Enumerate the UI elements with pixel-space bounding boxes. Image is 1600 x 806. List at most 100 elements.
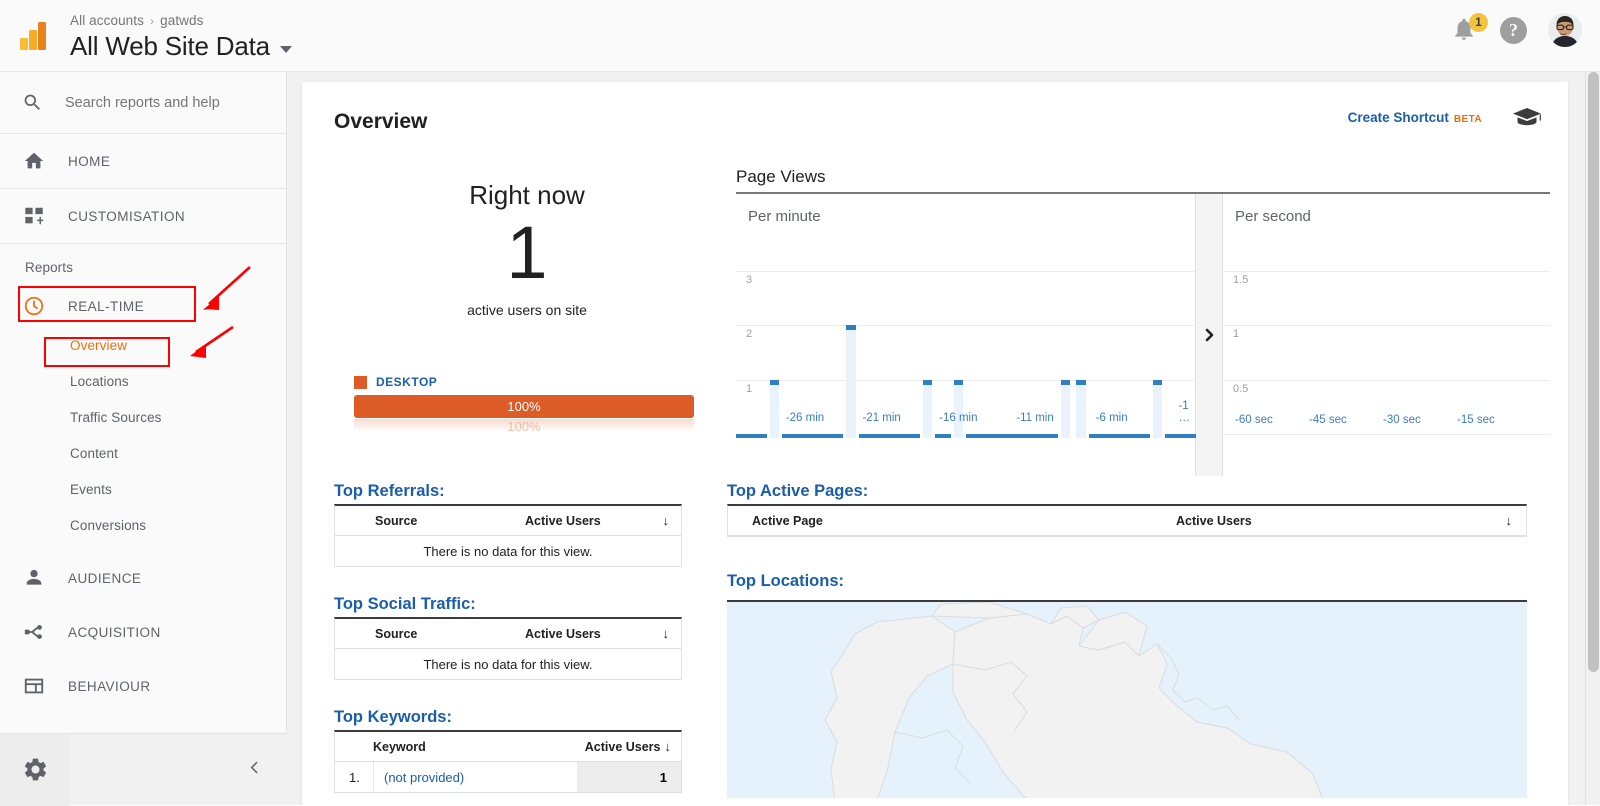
x-axis-tick-label: -30 sec — [1383, 414, 1421, 426]
per-minute-label: Per minute — [748, 208, 821, 225]
scrollbar-thumb[interactable] — [1588, 72, 1599, 672]
table-header-row: Keyword Active Users ↓ — [335, 732, 681, 762]
notification-badge: 1 — [1469, 13, 1488, 32]
sidebar-subitem-conversions[interactable]: Conversions — [0, 507, 286, 543]
search-icon — [24, 94, 40, 110]
home-icon — [22, 150, 46, 172]
baseline-segment — [966, 434, 982, 438]
view-selector[interactable]: All Web Site Data — [70, 31, 292, 62]
bar[interactable] — [1076, 379, 1086, 438]
bar[interactable] — [953, 379, 964, 438]
column-header-active-users[interactable]: Active Users — [525, 514, 663, 528]
axis-line — [1223, 434, 1550, 435]
breadcrumb-account[interactable]: gatwds — [160, 13, 203, 28]
sidebar-subitem-content[interactable]: Content — [0, 435, 286, 471]
sidebar-subitem-traffic-sources[interactable]: Traffic Sources — [0, 399, 286, 435]
gridline — [1223, 379, 1550, 381]
sidebar-item-behaviour[interactable]: BEHAVIOUR — [0, 659, 286, 713]
sidebar-item-customisation[interactable]: CUSTOMISATION — [0, 189, 286, 244]
top-locations-map[interactable] — [727, 600, 1527, 798]
column-header-source[interactable]: Source — [375, 514, 525, 528]
bar-cap — [1076, 379, 1086, 385]
per-second-chart: Per second 0.5 1 1.5 -60 sec -45 sec -30 sec -… — [1223, 194, 1550, 476]
sidebar-item-audience[interactable]: AUDIENCE — [0, 551, 286, 605]
right-now-title: Right now — [469, 179, 585, 210]
top-keywords-title: Top Keywords: — [334, 708, 452, 726]
gridline — [736, 379, 1195, 381]
sidebar-item-acquisition[interactable]: ACQUISITION — [0, 605, 286, 659]
overview-card: Overview Create Shortcut BETA Right now … — [302, 82, 1568, 805]
baseline-segment — [797, 434, 813, 438]
chevron-down-icon[interactable] — [279, 46, 292, 53]
sidebar-item-home[interactable]: HOME — [0, 134, 286, 189]
sidebar-subitem-events[interactable]: Events — [0, 471, 286, 507]
per-minute-chart: Per minute 1 2 3 -26 min -21 min -16 min -11 m… — [736, 194, 1196, 476]
bar[interactable] — [846, 325, 856, 438]
baseline-segment — [812, 434, 828, 438]
desktop-percentage-label: 100% — [507, 399, 541, 414]
table-header-row: Source Active Users ↓ — [335, 506, 681, 536]
sidebar-subitem-label: Content — [70, 445, 118, 461]
breadcrumb-all-accounts[interactable]: All accounts — [70, 13, 144, 28]
sidebar-item-real-time[interactable]: REAL-TIME — [0, 285, 286, 327]
x-axis-tick-label: -6 min — [1095, 412, 1128, 424]
top-active-pages-table: Active Page Active Users ↓ — [727, 504, 1527, 537]
help-button[interactable]: ? — [1500, 16, 1527, 44]
baseline-segment — [996, 434, 1012, 438]
search-row[interactable] — [0, 72, 286, 134]
chart-expand-divider[interactable] — [1196, 194, 1223, 476]
baseline-segment — [1027, 434, 1043, 438]
bar[interactable] — [922, 379, 933, 438]
gridline — [1223, 325, 1550, 327]
bar[interactable] — [1060, 379, 1071, 438]
collapse-sidebar-button[interactable] — [246, 755, 263, 784]
column-header-keyword[interactable]: Keyword — [373, 740, 585, 754]
top-social-traffic-title: Top Social Traffic: — [334, 595, 476, 613]
create-shortcut-button[interactable]: Create Shortcut BETA — [1348, 110, 1482, 125]
sidebar-subitem-label: Overview — [70, 337, 128, 353]
sort-descending-icon[interactable]: ↓ — [663, 513, 682, 528]
desktop-legend-label: DESKTOP — [376, 375, 438, 389]
column-header-active-users[interactable]: Active Users — [1176, 514, 1506, 528]
create-shortcut-label: Create Shortcut — [1347, 110, 1449, 125]
settings-button[interactable] — [0, 733, 70, 806]
sort-descending-icon[interactable]: ↓ — [1506, 513, 1527, 528]
column-header-active-users[interactable]: Active Users — [525, 627, 663, 641]
sidebar-subitem-locations[interactable]: Locations — [0, 363, 286, 399]
active-users-cell: 1 — [577, 762, 681, 792]
notifications-button[interactable]: 1 — [1451, 13, 1488, 45]
sort-descending-icon[interactable]: ↓ — [663, 626, 682, 641]
vertical-scrollbar[interactable] — [1585, 72, 1600, 805]
sidebar-subitem-overview[interactable]: Overview — [0, 327, 286, 363]
gridline — [736, 270, 1195, 272]
table-row[interactable]: 1. (not provided) 1 — [335, 762, 681, 792]
bar[interactable] — [769, 379, 780, 438]
reports-section-label: Reports — [25, 260, 73, 275]
view-title-text: All Web Site Data — [70, 31, 270, 61]
search-input[interactable] — [65, 94, 250, 111]
avatar[interactable] — [1548, 13, 1582, 47]
bar-cap — [769, 379, 780, 385]
baseline-segment — [1180, 434, 1196, 438]
sidebar-item-label: ACQUISITION — [68, 624, 161, 640]
x-axis-tick-label: -1… — [1178, 400, 1190, 424]
x-axis-tick-label: -16 min — [939, 412, 978, 424]
sort-descending-icon[interactable]: ↓ — [661, 739, 682, 754]
column-header-active-users[interactable]: Active Users — [585, 740, 661, 754]
bar[interactable] — [1152, 379, 1163, 438]
keyword-cell[interactable]: (not provided) — [373, 762, 577, 792]
per-second-plot-area: 0.5 1 1.5 -60 sec -45 sec -30 sec -15 sec — [1223, 238, 1550, 476]
google-analytics-logo[interactable] — [17, 18, 53, 54]
x-axis-tick-label: -60 sec — [1235, 414, 1273, 426]
top-bar: All accounts › gatwds All Web Site Data … — [0, 0, 1600, 72]
top-referrals-title: Top Referrals: — [334, 482, 445, 500]
sidebar-item-label: AUDIENCE — [68, 570, 142, 586]
baseline-segment — [858, 434, 874, 438]
column-header-active-page[interactable]: Active Page — [752, 514, 1176, 528]
column-header-source[interactable]: Source — [375, 627, 525, 641]
sidebar-subitem-label: Conversions — [70, 517, 147, 533]
y-axis-tick-label: 0.5 — [1233, 382, 1249, 395]
graduation-cap-icon[interactable] — [1512, 106, 1542, 133]
page-title: Overview — [334, 110, 428, 133]
desktop-bar-reflection: 100% — [354, 419, 694, 432]
